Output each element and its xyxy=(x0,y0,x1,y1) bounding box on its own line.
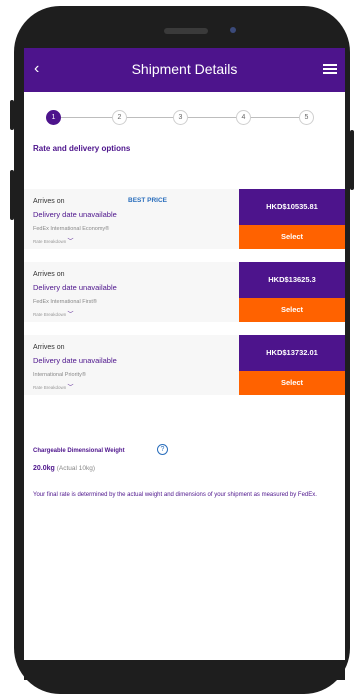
select-button[interactable]: Select xyxy=(239,298,345,322)
rate-breakdown-label: Rate Breakdown xyxy=(33,239,67,244)
step-connector xyxy=(61,117,112,118)
step-connector xyxy=(188,117,236,118)
weight-value: 20.0kg xyxy=(33,465,55,472)
step-2[interactable]: 2 xyxy=(112,110,127,125)
price-tag: HKD$13732.01 xyxy=(239,335,345,371)
rate-option-card: Arrives on Delivery date unavailable Int… xyxy=(24,335,345,395)
page-title: Shipment Details xyxy=(131,61,238,77)
delivery-date: Delivery date unavailable xyxy=(33,283,117,292)
arrives-label: Arrives on xyxy=(33,344,65,351)
rate-breakdown-toggle[interactable]: Rate Breakdown ﹀ xyxy=(33,236,74,245)
chargeable-weight-value: 20.0kg (Actual 10kg) xyxy=(33,465,95,472)
app-screen: ‹ Shipment Details 1 2 3 4 5 Rate and de… xyxy=(24,48,345,660)
arrives-label: Arrives on xyxy=(33,271,65,278)
price-tag: HKD$10535.81 xyxy=(239,189,345,225)
step-3[interactable]: 3 xyxy=(173,110,188,125)
step-4[interactable]: 4 xyxy=(236,110,251,125)
rate-option-card: Arrives on BEST PRICE Delivery date unav… xyxy=(24,189,345,249)
help-icon[interactable]: ? xyxy=(157,444,168,455)
best-price-badge: BEST PRICE xyxy=(128,197,168,204)
service-name: FedEx International Economy® xyxy=(33,226,110,232)
rate-breakdown-label: Rate Breakdown xyxy=(33,312,67,317)
delivery-date: Delivery date unavailable xyxy=(33,210,117,219)
arrives-label: Arrives on xyxy=(33,198,65,205)
service-name: International Priority® xyxy=(33,372,86,378)
phone-bottom-bar xyxy=(24,660,345,680)
chargeable-weight-title: Chargeable Dimensional Weight xyxy=(33,448,125,454)
phone-camera xyxy=(230,27,236,33)
app-header: ‹ Shipment Details xyxy=(24,48,345,92)
chevron-down-icon: ﹀ xyxy=(67,312,74,318)
actual-weight: (Actual 10kg) xyxy=(56,465,96,472)
delivery-date: Delivery date unavailable xyxy=(33,356,117,365)
step-connector xyxy=(127,117,173,118)
select-button[interactable]: Select xyxy=(239,225,345,249)
rate-breakdown-label: Rate Breakdown xyxy=(33,385,67,390)
phone-button xyxy=(350,130,354,190)
select-button[interactable]: Select xyxy=(239,371,345,395)
rate-breakdown-toggle[interactable]: Rate Breakdown ﹀ xyxy=(33,382,74,391)
phone-button xyxy=(10,100,14,130)
price-tag: HKD$13625.3 xyxy=(239,262,345,298)
rate-breakdown-toggle[interactable]: Rate Breakdown ﹀ xyxy=(33,309,74,318)
service-name: FedEx International First® xyxy=(33,299,97,305)
chevron-down-icon: ﹀ xyxy=(67,385,74,391)
phone-button xyxy=(10,170,14,220)
section-heading: Rate and delivery options xyxy=(33,144,131,153)
chevron-down-icon: ﹀ xyxy=(67,239,74,245)
step-connector xyxy=(251,117,299,118)
progress-stepper: 1 2 3 4 5 xyxy=(46,110,326,125)
rate-option-card: Arrives on Delivery date unavailable Fed… xyxy=(24,262,345,322)
step-5[interactable]: 5 xyxy=(299,110,314,125)
phone-speaker xyxy=(164,28,208,34)
rate-note: Your final rate is determined by the act… xyxy=(33,492,317,498)
hamburger-menu-icon[interactable] xyxy=(323,64,337,74)
step-1[interactable]: 1 xyxy=(46,110,61,125)
